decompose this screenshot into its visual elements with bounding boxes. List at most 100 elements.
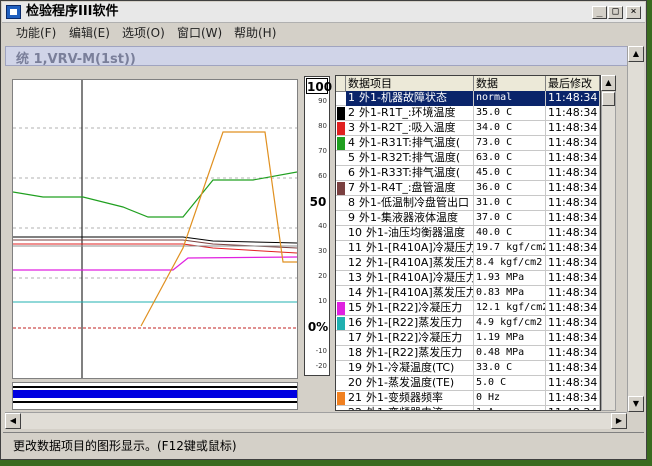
table-row[interactable]: 7 外1-R4T_:盘管温度 36.0 C 11:48:34 xyxy=(336,181,600,196)
menu-options[interactable]: 选项(O) xyxy=(122,26,165,40)
row-item-text: 外1-低温制冷盘管出口 xyxy=(359,196,469,209)
series-color-swatch[interactable] xyxy=(337,167,345,180)
maximize-button[interactable]: □ xyxy=(608,6,623,19)
row-item-text: 外1-[R410A]蒸发压力 xyxy=(366,256,474,269)
window-vertical-scrollbar[interactable]: ▲ ▼ xyxy=(627,46,644,412)
row-number: 6 xyxy=(348,166,355,179)
series-color-swatch[interactable] xyxy=(337,212,345,225)
table-row[interactable]: 20 外1-蒸发温度(TE) 5.0 C 11:48:34 xyxy=(336,376,600,391)
series-color-swatch[interactable] xyxy=(337,152,345,165)
row-item-label: 10 外1-油压均衡器温度 xyxy=(346,226,474,241)
row-data-value: 0.83 MPa xyxy=(474,286,546,301)
table-row[interactable]: 12 外1-[R410A]蒸发压力 8.4 kgf/cm2 11:48:34 xyxy=(336,256,600,271)
series-color-swatch[interactable] xyxy=(337,317,345,330)
table-row[interactable]: 18 外1-[R22]蒸发压力 0.48 MPa 11:48:34 xyxy=(336,346,600,361)
series-color-swatch[interactable] xyxy=(337,137,345,150)
table-row[interactable]: 14 外1-[R410A]蒸发压力 0.83 MPa 11:48:34 xyxy=(336,286,600,301)
series-color-swatch[interactable] xyxy=(337,122,345,135)
row-number: 10 xyxy=(348,226,362,239)
table-scroll-thumb[interactable] xyxy=(602,92,615,106)
series-color-swatch[interactable] xyxy=(337,272,345,285)
row-last-modified: 11:48:34 xyxy=(546,241,600,256)
scroll-right-arrow-icon[interactable]: ▶ xyxy=(611,413,627,429)
row-item-text: 外1-R4T_:盘管温度 xyxy=(359,181,456,194)
document-title-bar[interactable]: 统 1,VRV-M(1st)) xyxy=(5,46,628,67)
series-color-swatch[interactable] xyxy=(337,197,345,210)
row-item-label: 22 外1-变频器电流 xyxy=(346,406,474,410)
menu-edit[interactable]: 编辑(E) xyxy=(69,26,110,40)
row-item-label: 2 外1-R1T_:环境温度 xyxy=(346,106,474,121)
table-row[interactable]: 13 外1-[R410A]冷凝压力 1.93 MPa 11:48:34 xyxy=(336,271,600,286)
series-color-swatch[interactable] xyxy=(337,287,345,300)
trend-graph[interactable] xyxy=(12,79,298,379)
row-item-text: 外1-油压均衡器温度 xyxy=(366,226,465,239)
row-last-modified: 11:48:34 xyxy=(546,226,600,241)
row-last-modified: 11:48:34 xyxy=(546,406,600,410)
series-color-swatch[interactable] xyxy=(337,392,345,405)
table-row[interactable]: 5 外1-R32T:排气温度(63.0 C 11:48:34 xyxy=(336,151,600,166)
table-scrollbar[interactable]: ▲ xyxy=(601,75,616,411)
series-color-swatch[interactable] xyxy=(337,332,345,345)
series-color-swatch[interactable] xyxy=(337,407,345,410)
series-color-swatch[interactable] xyxy=(337,107,345,120)
scale-tick: 40 xyxy=(318,222,327,230)
header-time[interactable]: 最后修改 xyxy=(546,76,600,91)
row-last-modified: 11:48:34 xyxy=(546,391,600,406)
table-scroll-up-icon[interactable]: ▲ xyxy=(601,75,616,91)
title-bar[interactable]: 检验程序III软件 _ □ × xyxy=(2,2,645,23)
series-color-swatch[interactable] xyxy=(337,92,345,105)
menu-help[interactable]: 帮助(H) xyxy=(234,26,276,40)
row-number: 15 xyxy=(348,301,362,314)
row-item-label: 1 外1-机器故障状态 xyxy=(346,91,474,106)
series-color-swatch[interactable] xyxy=(337,242,345,255)
table-row[interactable]: 8 外1-低温制冷盘管出口 31.0 C 11:48:34 xyxy=(336,196,600,211)
row-data-value: 5.0 C xyxy=(474,376,546,391)
data-table: 数据项目 数据 最后修改 1 外1-机器故障状态 normal 11:48:34 2 外1… xyxy=(335,75,601,411)
row-item-text: 外1-机器故障状态 xyxy=(359,91,447,104)
table-row[interactable]: 2 外1-R1T_:环境温度 35.0 C 11:48:34 xyxy=(336,106,600,121)
table-row[interactable]: 6 外1-R33T:排气温度(45.0 C 11:48:34 xyxy=(336,166,600,181)
row-item-text: 外1-变频器频率 xyxy=(366,391,443,404)
menu-window[interactable]: 窗口(W) xyxy=(177,26,222,40)
row-item-label: 17 外1-[R22]冷凝压力 xyxy=(346,331,474,346)
table-row[interactable]: 4 外1-R31T:排气温度(73.0 C 11:48:34 xyxy=(336,136,600,151)
series-color-swatch[interactable] xyxy=(337,377,345,390)
series-color-swatch[interactable] xyxy=(337,182,345,195)
scroll-left-arrow-icon[interactable]: ◀ xyxy=(5,413,21,429)
table-row[interactable]: 15 外1-[R22]冷凝压力 12.1 kgf/cm2 11:48:34 xyxy=(336,301,600,316)
series-color-swatch[interactable] xyxy=(337,362,345,375)
table-row[interactable]: 21 外1-变频器频率 0 Hz 11:48:34 xyxy=(336,391,600,406)
window-horizontal-scrollbar[interactable]: ◀ ▶ xyxy=(5,412,627,429)
table-row[interactable]: 19 外1-冷凝温度(TC) 33.0 C 11:48:34 xyxy=(336,361,600,376)
scroll-up-arrow-icon[interactable]: ▲ xyxy=(628,46,644,62)
scroll-down-arrow-icon[interactable]: ▼ xyxy=(628,396,644,412)
close-button[interactable]: × xyxy=(626,6,641,19)
table-row[interactable]: 16 外1-[R22]蒸发压力 4.9 kgf/cm2 11:48:34 xyxy=(336,316,600,331)
row-last-modified: 11:48:34 xyxy=(546,316,600,331)
table-row[interactable]: 10 外1-油压均衡器温度 40.0 C 11:48:34 xyxy=(336,226,600,241)
header-item[interactable]: 数据项目 xyxy=(346,76,474,91)
row-number: 22 xyxy=(348,406,362,410)
series-color-swatch[interactable] xyxy=(337,302,345,315)
row-item-text: 外1-[R410A]冷凝压力 xyxy=(366,241,474,254)
menu-function[interactable]: 功能(F) xyxy=(16,26,56,40)
series-color-swatch[interactable] xyxy=(337,227,345,240)
header-data[interactable]: 数据 xyxy=(474,76,546,91)
table-row[interactable]: 22 外1-变频器电流 1 A11:48:34 xyxy=(336,406,600,410)
app-window: 检验程序III软件 _ □ × 功能(F) 编辑(E) 选项(O) 窗口(W) … xyxy=(0,0,647,460)
row-item-label: 13 外1-[R410A]冷凝压力 xyxy=(346,271,474,286)
table-row[interactable]: 3 外1-R2T_:吸入温度 34.0 C 11:48:34 xyxy=(336,121,600,136)
row-item-text: 外1-[R22]蒸发压力 xyxy=(366,316,463,329)
table-row[interactable]: 11 外1-[R410A]冷凝压力 19.7 kgf/cm2 11:48:34 xyxy=(336,241,600,256)
series-color-swatch[interactable] xyxy=(337,347,345,360)
table-row[interactable]: 17 外1-[R22]冷凝压力 1.19 MPa 11:48:34 xyxy=(336,331,600,346)
table-row[interactable]: 9 外1-集液器液体温度 37.0 C 11:48:34 xyxy=(336,211,600,226)
minimize-button[interactable]: _ xyxy=(592,6,607,19)
row-data-value: 12.1 kgf/cm2 xyxy=(474,301,546,316)
series-color-swatch[interactable] xyxy=(337,257,345,270)
table-row[interactable]: 1 外1-机器故障状态 normal 11:48:34 xyxy=(336,91,600,106)
row-last-modified: 11:48:34 xyxy=(546,286,600,301)
state-bar-line xyxy=(13,386,297,388)
scale-tick: 70 xyxy=(318,147,327,155)
row-data-value: 0.48 MPa xyxy=(474,346,546,361)
